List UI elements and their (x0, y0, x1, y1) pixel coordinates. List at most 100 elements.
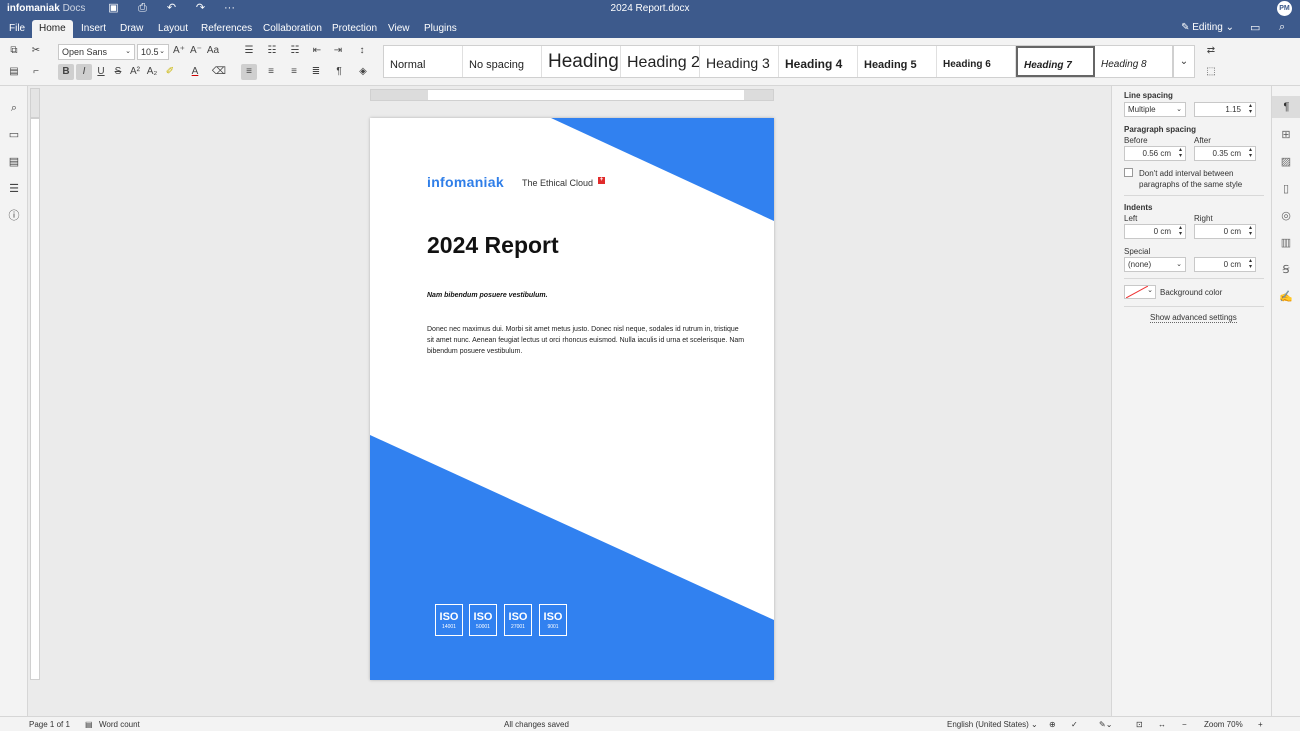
paragraph-marks-icon[interactable]: ¶ (331, 64, 347, 80)
special-indent-select[interactable]: (none) ⌄ (1124, 257, 1186, 272)
italic-button[interactable]: I (76, 64, 92, 80)
indent-left-input[interactable]: 0 cm ▴ ▾ (1124, 224, 1186, 239)
text-art-icon[interactable]: Ꞩ (1279, 263, 1293, 277)
highlight-icon[interactable]: ✐ (162, 64, 178, 80)
change-case-icon[interactable]: Aa (205, 43, 221, 59)
increase-font-icon[interactable]: A⁺ (171, 43, 187, 59)
background-color-picker[interactable]: ⌄ (1124, 285, 1156, 299)
special-indent-input[interactable]: 0 cm ▴ ▾ (1194, 257, 1256, 272)
subscript-button[interactable]: A₂ (144, 64, 160, 80)
table-settings-icon[interactable]: ⊞ (1279, 128, 1293, 142)
select-all-icon[interactable]: ⬚ (1203, 64, 1219, 80)
word-count-icon: ▤ (85, 720, 93, 729)
tab-file[interactable]: File (7, 20, 27, 38)
decrease-indent-icon[interactable]: ⇤ (309, 43, 325, 59)
spacing-after-input[interactable]: 0.35 cm ▴ ▾ (1194, 146, 1256, 161)
page-indicator[interactable]: Page 1 of 1 (29, 720, 70, 729)
tab-collaboration[interactable]: Collaboration (261, 20, 324, 38)
style-heading-5[interactable]: Heading 5 (858, 46, 937, 77)
bold-button[interactable]: B (58, 64, 74, 80)
tab-layout[interactable]: Layout (156, 20, 190, 38)
font-name-select[interactable]: Open Sans ⌄ (58, 44, 135, 60)
cut-icon[interactable]: ✂ (28, 43, 44, 59)
style-heading-3[interactable]: Heading 3 (700, 46, 779, 77)
style-heading-6[interactable]: Heading 6 (937, 46, 1016, 77)
indent-right-input[interactable]: 0 cm ▴ ▾ (1194, 224, 1256, 239)
increase-indent-icon[interactable]: ⇥ (330, 43, 346, 59)
document-body[interactable]: Donec nec maximus dui. Morbi sit amet me… (427, 324, 747, 357)
multilevel-list-icon[interactable]: ☵ (287, 43, 303, 59)
zoom-out-icon[interactable]: − (1182, 720, 1187, 729)
document-page[interactable]: infomaniak The Ethical Cloud + 2024 Repo… (370, 118, 774, 680)
copy-icon[interactable]: ⧉ (6, 43, 22, 59)
signature-icon[interactable]: ✍ (1279, 290, 1293, 304)
align-left-icon[interactable]: ≡ (241, 64, 257, 80)
chat-icon[interactable]: ▤ (7, 155, 21, 169)
chart-settings-icon[interactable]: ▥ (1279, 236, 1293, 250)
tab-view[interactable]: View (386, 20, 412, 38)
style-heading-7[interactable]: Heading 7 (1016, 46, 1095, 77)
replace-icon[interactable]: ⇄ (1203, 43, 1219, 59)
navigation-icon[interactable]: ☰ (7, 182, 21, 196)
language-select[interactable]: English (United States) ⌄ (947, 720, 1038, 729)
word-count-button[interactable]: Word count (99, 720, 140, 729)
style-heading-1[interactable]: Heading (542, 46, 621, 77)
document-subtitle[interactable]: Nam bibendum posuere vestibulum. (427, 292, 548, 299)
track-changes-icon[interactable]: ✎⌄ (1099, 720, 1112, 729)
open-folder-icon[interactable]: ▭ (1250, 21, 1260, 34)
style-no-spacing[interactable]: No spacing (463, 46, 542, 77)
horizontal-ruler[interactable] (370, 89, 774, 101)
swiss-flag-icon: + (598, 177, 605, 184)
tab-insert[interactable]: Insert (79, 20, 108, 38)
tab-home[interactable]: Home (32, 20, 73, 38)
bullet-list-icon[interactable]: ☰ (241, 43, 257, 59)
show-advanced-settings-link[interactable]: Show advanced settings (1150, 313, 1237, 323)
shape-settings-icon[interactable]: ◎ (1279, 209, 1293, 223)
style-heading-4[interactable]: Heading 4 (779, 46, 858, 77)
tab-draw[interactable]: Draw (118, 20, 145, 38)
font-size-select[interactable]: 10.5 ⌄ (137, 44, 169, 60)
style-heading-2[interactable]: Heading 2 (621, 46, 700, 77)
tab-references[interactable]: References (199, 20, 254, 38)
search-icon[interactable]: ⌕ (1279, 21, 1285, 34)
info-icon[interactable]: ⓘ (7, 209, 21, 223)
editing-mode-button[interactable]: ✎ Editing ⌄ (1181, 22, 1234, 33)
shading-icon[interactable]: ◈ (355, 64, 371, 80)
fit-page-icon[interactable]: ⊡ (1136, 720, 1143, 729)
paragraph-settings-icon[interactable]: ¶ (1272, 96, 1300, 118)
image-settings-icon[interactable]: ▨ (1279, 155, 1293, 169)
underline-button[interactable]: U (93, 64, 109, 80)
style-heading-8[interactable]: Heading 8 (1095, 46, 1172, 77)
header-footer-icon[interactable]: ▯ (1279, 182, 1293, 196)
avatar[interactable]: PM (1277, 1, 1292, 16)
tab-plugins[interactable]: Plugins (422, 20, 459, 38)
paste-icon[interactable]: ▤ (6, 64, 22, 80)
decrease-font-icon[interactable]: A⁻ (188, 43, 204, 59)
dont-add-interval-label: Don't add interval between paragraphs of… (1139, 169, 1243, 189)
dont-add-interval-checkbox[interactable] (1124, 168, 1133, 177)
line-spacing-mode-select[interactable]: Multiple ⌄ (1124, 102, 1186, 117)
fit-width-icon[interactable]: ↔ (1158, 720, 1166, 729)
search-icon[interactable]: ⌕ (7, 101, 21, 115)
strikethrough-button[interactable]: S (110, 64, 126, 80)
align-center-icon[interactable]: ≡ (263, 64, 279, 80)
spellcheck-icon[interactable]: ✓ (1071, 720, 1078, 729)
font-color-icon[interactable]: A (187, 64, 203, 80)
justify-icon[interactable]: ≣ (308, 64, 324, 80)
line-spacing-value-input[interactable]: 1.15 ▴ ▾ (1194, 102, 1256, 117)
document-heading[interactable]: 2024 Report (427, 232, 559, 259)
zoom-in-icon[interactable]: + (1258, 720, 1263, 729)
align-right-icon[interactable]: ≡ (286, 64, 302, 80)
style-normal[interactable]: Normal (384, 46, 463, 77)
line-spacing-icon[interactable]: ↕ (354, 43, 370, 59)
spacing-before-input[interactable]: 0.56 cm ▴ ▾ (1124, 146, 1186, 161)
superscript-button[interactable]: A² (127, 64, 143, 80)
globe-icon[interactable]: ⊕ (1049, 720, 1056, 729)
vertical-ruler[interactable] (30, 118, 40, 680)
comments-icon[interactable]: ▭ (7, 128, 21, 142)
numbered-list-icon[interactable]: ☷ (264, 43, 280, 59)
tab-protection[interactable]: Protection (330, 20, 379, 38)
format-painter-icon[interactable]: ⌐ (28, 64, 44, 80)
clear-format-icon[interactable]: ⌫ (211, 64, 227, 80)
chevron-down-icon[interactable]: ⌄ (1173, 45, 1195, 78)
